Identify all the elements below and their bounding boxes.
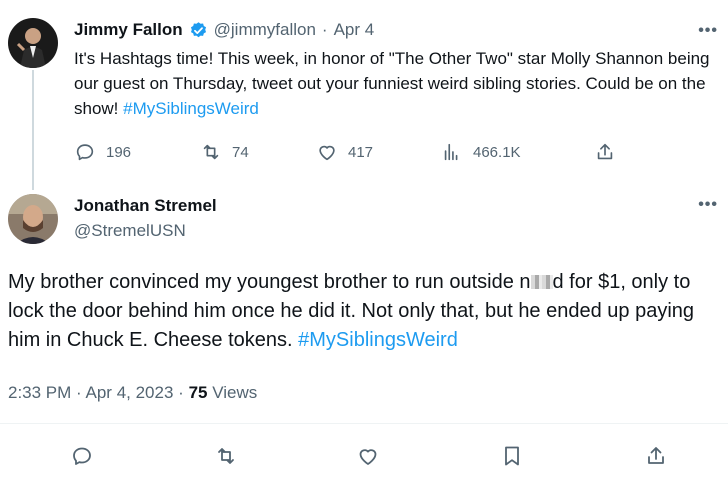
- reply-button[interactable]: 196: [74, 141, 131, 163]
- separator-dot: ·: [178, 383, 184, 402]
- share-button[interactable]: [594, 141, 616, 163]
- retweet-button[interactable]: 74: [200, 141, 249, 163]
- retweet-button[interactable]: [214, 444, 238, 468]
- hashtag-link[interactable]: #MySiblingsWeird: [123, 99, 259, 118]
- tweet1-text: It's Hashtags time! This week, in honor …: [74, 46, 714, 121]
- views-label: Views: [212, 383, 258, 402]
- tweet-text-start: My brother convinced my youngest brother…: [8, 271, 531, 293]
- avatar-jimmy-fallon[interactable]: [8, 18, 58, 68]
- views-count: 75: [188, 383, 208, 402]
- tweet1-header: Jimmy Fallon @jimmyfallon · Apr 4: [74, 20, 374, 40]
- tweet-date[interactable]: Apr 4, 2023: [86, 383, 174, 402]
- hashtag-link[interactable]: #MySiblingsWeird: [298, 329, 458, 351]
- separator-dot: ·: [76, 383, 82, 402]
- author-name[interactable]: Jimmy Fallon: [74, 20, 183, 40]
- verified-badge-icon: [189, 21, 208, 40]
- reply-icon: [74, 141, 96, 163]
- tweet2-meta: 2:33 PM · Apr 4, 2023 · 75 Views: [8, 383, 257, 403]
- author-handle[interactable]: @jimmyfallon: [214, 20, 316, 40]
- like-icon: [356, 444, 380, 468]
- like-button[interactable]: 417: [316, 141, 373, 163]
- retweet-icon: [200, 141, 222, 163]
- like-count: 417: [348, 143, 374, 161]
- tweet2-text: My brother convinced my youngest brother…: [8, 268, 720, 355]
- more-icon[interactable]: •••: [698, 22, 718, 40]
- tweet-date[interactable]: Apr 4: [334, 20, 375, 40]
- separator-dot: ·: [321, 20, 328, 39]
- divider: [0, 423, 728, 424]
- like-icon: [316, 141, 338, 163]
- avatar-jonathan-stremel[interactable]: [8, 194, 58, 244]
- retweet-icon: [214, 444, 238, 468]
- views-button[interactable]: 466.1K: [441, 141, 521, 163]
- reply-icon: [70, 444, 94, 468]
- bookmark-button[interactable]: [500, 444, 524, 468]
- tweet-time[interactable]: 2:33 PM: [8, 383, 71, 402]
- share-icon: [644, 444, 668, 468]
- thread-line: [32, 70, 34, 190]
- censored-word: [530, 275, 553, 289]
- like-button[interactable]: [356, 444, 380, 468]
- more-icon[interactable]: •••: [698, 196, 718, 214]
- bookmark-icon: [500, 444, 524, 468]
- reply-button[interactable]: [70, 444, 94, 468]
- share-icon: [594, 141, 616, 163]
- share-button[interactable]: [644, 444, 668, 468]
- views-icon: [441, 141, 463, 163]
- retweet-count: 74: [232, 143, 249, 161]
- author-handle[interactable]: @StremelUSN: [74, 221, 186, 241]
- author-name[interactable]: Jonathan Stremel: [74, 196, 217, 216]
- reply-count: 196: [106, 143, 132, 161]
- views-count: 466.1K: [473, 143, 521, 161]
